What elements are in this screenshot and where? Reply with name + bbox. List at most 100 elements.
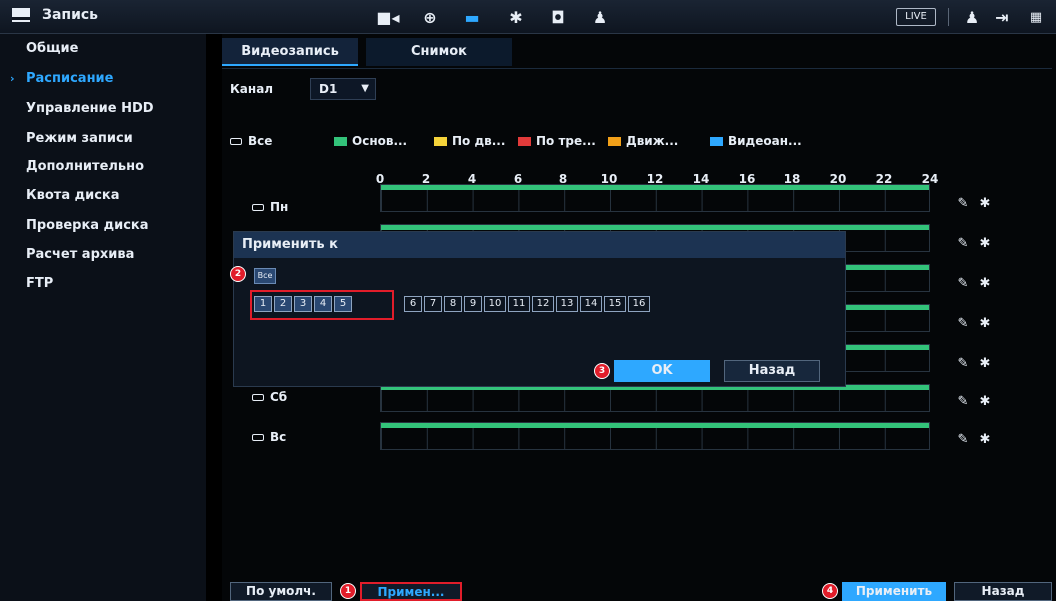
channel-checkbox[interactable]: 8 (444, 296, 462, 312)
back-button[interactable]: Назад (954, 582, 1052, 601)
camera-icon[interactable]: ■◂ (374, 5, 402, 29)
legend-label: По дв... (452, 134, 506, 148)
checkbox-icon (252, 204, 264, 211)
ok-button[interactable]: OK (614, 360, 710, 382)
channel-checkbox[interactable]: 16 (628, 296, 650, 312)
sidebar: Общие › Расписание Управление HDD Режим … (0, 34, 206, 601)
tab-divider (222, 68, 1052, 69)
gear-icon[interactable]: ✱ (974, 316, 996, 331)
legend-label: Видеоан... (728, 134, 802, 148)
channel-value: D1 (319, 82, 338, 96)
user-icon[interactable]: ♟ (958, 5, 986, 29)
gear-icon[interactable]: ✱ (974, 356, 996, 371)
schedule-grid (381, 390, 929, 412)
day-checkbox-mon[interactable]: Пн (252, 200, 288, 214)
copy-button[interactable]: Примен... (360, 582, 462, 601)
channel-checkbox[interactable]: 12 (532, 296, 554, 312)
channel-select[interactable]: D1 ▼ (310, 78, 376, 100)
schedule-row-sun[interactable] (380, 422, 930, 450)
edit-icon[interactable]: ✎ (952, 394, 974, 409)
legend-item: По дв... (434, 134, 505, 148)
channel-checkbox[interactable]: 9 (464, 296, 482, 312)
back-button[interactable]: Назад (724, 360, 820, 382)
sidebar-item-general[interactable]: Общие (0, 36, 206, 62)
day-label: Пн (270, 200, 289, 214)
sidebar-item-label: Расписание (26, 71, 114, 86)
row-actions: ✎ ✱ (952, 356, 996, 371)
channel-checkbox[interactable]: 15 (604, 296, 626, 312)
legend-item: Движ... (608, 134, 678, 148)
legend-swatch (434, 137, 447, 146)
legend-swatch (608, 137, 621, 146)
select-all-label: Все (248, 134, 273, 148)
divider (948, 8, 949, 26)
apply-to-dialog: Применить к 2 Все 1 2 3 4 5 6 7 8 9 10 1… (230, 231, 846, 387)
account-icon[interactable]: ♟ (586, 5, 614, 29)
settings-icon[interactable]: ✱ (502, 5, 530, 29)
gear-icon[interactable]: ✱ (974, 236, 996, 251)
default-button[interactable]: По умолч. (230, 582, 332, 601)
legend-label: Движ... (626, 134, 679, 148)
sidebar-item-archive-calc[interactable]: Расчет архива (0, 242, 206, 268)
select-all-checkbox[interactable]: Все (230, 134, 272, 148)
gear-icon[interactable]: ✱ (974, 196, 996, 211)
qr-icon[interactable]: ▦ (1022, 5, 1050, 29)
row-actions: ✎ ✱ (952, 196, 996, 211)
legend-item: Видеоан... (710, 134, 802, 148)
highlight-frame (250, 290, 394, 320)
channel-checkbox[interactable]: 7 (424, 296, 442, 312)
channel-checkbox[interactable]: 13 (556, 296, 578, 312)
tab-snapshot[interactable]: Снимок (366, 38, 512, 66)
gear-icon[interactable]: ✱ (974, 394, 996, 409)
storage-icon[interactable]: ▬ (458, 5, 486, 29)
edit-icon[interactable]: ✎ (952, 432, 974, 447)
apply-button[interactable]: Применить (842, 582, 946, 601)
gear-icon[interactable]: ✱ (974, 432, 996, 447)
edit-icon[interactable]: ✎ (952, 196, 974, 211)
tab-video[interactable]: Видеозапись (222, 38, 358, 66)
row-actions: ✎ ✱ (952, 316, 996, 331)
channel-checkbox[interactable]: 11 (508, 296, 530, 312)
sidebar-item-disk-check[interactable]: Проверка диска (0, 213, 206, 239)
day-checkbox-sun[interactable]: Вс (252, 430, 286, 444)
row-actions: ✎ ✱ (952, 432, 996, 447)
logout-icon[interactable]: ⇥ (988, 5, 1016, 29)
day-label: Сб (270, 390, 288, 404)
schedule-row-sat[interactable] (380, 384, 930, 412)
live-button[interactable]: LIVE (896, 8, 936, 26)
edit-icon[interactable]: ✎ (952, 356, 974, 371)
top-bar: Запись ■◂ ⊕ ▬ ✱ ◘ ♟ LIVE ♟ ⇥ ▦ (0, 0, 1056, 34)
row-actions: ✎ ✱ (952, 276, 996, 291)
gear-icon[interactable]: ✱ (974, 276, 996, 291)
edit-icon[interactable]: ✎ (952, 236, 974, 251)
app-title-text: Запись (42, 7, 99, 23)
select-all-channels-button[interactable]: Все (254, 268, 276, 284)
sidebar-item-record-mode[interactable]: Режим записи (0, 126, 206, 152)
sidebar-item-quota[interactable]: Квота диска (0, 183, 206, 209)
edit-icon[interactable]: ✎ (952, 276, 974, 291)
legend-label: Основ... (352, 134, 408, 148)
sidebar-item-hdd[interactable]: Управление HDD (0, 96, 206, 122)
checkbox-icon (252, 434, 264, 441)
row-actions: ✎ ✱ (952, 394, 996, 409)
edit-icon[interactable]: ✎ (952, 316, 974, 331)
sidebar-item-advanced[interactable]: Дополнительно (0, 154, 206, 180)
channel-checkbox[interactable]: 6 (404, 296, 422, 312)
channel-checkbox[interactable]: 10 (484, 296, 506, 312)
sidebar-item-schedule[interactable]: › Расписание (0, 66, 206, 92)
schedule-grid (381, 190, 929, 212)
schedule-row-mon[interactable] (380, 184, 930, 212)
row-actions: ✎ ✱ (952, 236, 996, 251)
checkbox-icon (252, 394, 264, 401)
network-icon[interactable]: ⊕ (416, 5, 444, 29)
day-checkbox-sat[interactable]: Сб (252, 390, 287, 404)
sidebar-item-ftp[interactable]: FTP (0, 271, 206, 297)
chevron-down-icon: ▼ (361, 83, 369, 94)
channel-checkbox[interactable]: 14 (580, 296, 602, 312)
checkbox-icon (230, 138, 242, 145)
legend-swatch (518, 137, 531, 146)
legend-item: По тре... (518, 134, 596, 148)
security-icon[interactable]: ◘ (544, 5, 572, 29)
record-icon (12, 8, 30, 22)
legend-label: По тре... (536, 134, 596, 148)
